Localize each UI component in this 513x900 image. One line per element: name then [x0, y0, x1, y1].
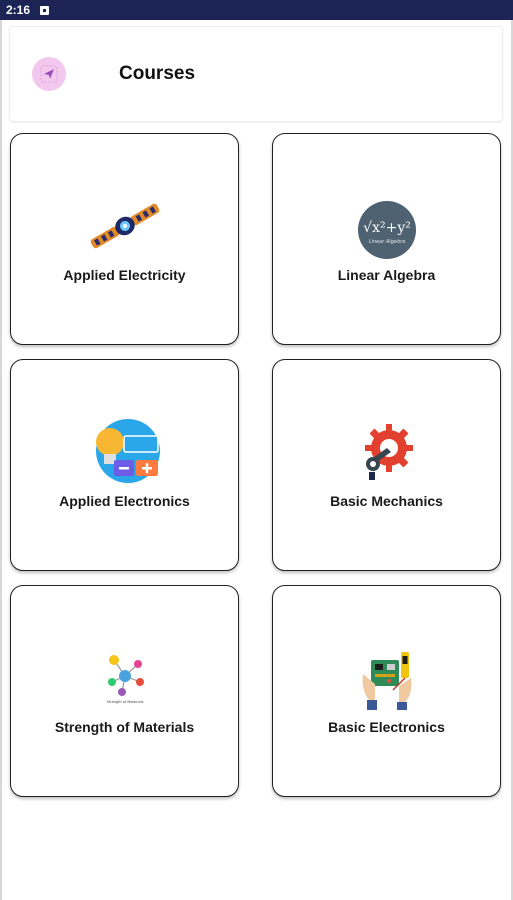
svg-text:Linear Algebra: Linear Algebra [368, 239, 404, 245]
course-label: Strength of Materials [54, 719, 195, 735]
sqrt-formula-icon: √x²+y² Linear Algebra [357, 200, 417, 260]
paper-plane-icon[interactable] [32, 57, 66, 91]
circuit-board-icon [359, 650, 415, 712]
course-card-linear-algebra[interactable]: √x²+y² Linear Algebra Linear Algebra [272, 133, 501, 345]
notification-icon [40, 5, 50, 15]
gear-wrench-icon [359, 422, 415, 482]
course-label: Applied Electronics [59, 493, 190, 509]
app-bar: Courses [9, 26, 503, 122]
course-card-applied-electricity[interactable]: Applied Electricity [10, 133, 239, 345]
course-card-basic-mechanics[interactable]: Basic Mechanics [272, 359, 501, 571]
course-card-basic-electronics[interactable]: Basic Electronics [272, 585, 501, 797]
status-time: 2:16 [6, 3, 31, 17]
course-label: Basic Electronics [328, 719, 445, 735]
course-card-strength-of-materials[interactable]: Strength of Materials Strength of Materi… [10, 585, 239, 797]
molecule-icon: Strength of Materials [100, 652, 150, 706]
page-title: Courses [119, 63, 196, 84]
course-card-applied-electronics[interactable]: Applied Electronics [10, 359, 239, 571]
status-bar: 2:16 [0, 0, 513, 20]
screen-edge-left [0, 20, 2, 900]
course-label: Linear Algebra [337, 267, 436, 283]
svg-text:√x²+y²: √x²+y² [363, 220, 411, 236]
cable-connector-icon [85, 196, 165, 256]
bulb-battery-icon [88, 418, 162, 484]
course-label: Applied Electricity [63, 267, 186, 283]
course-label: Basic Mechanics [330, 493, 443, 509]
svg-text:Strength of Materials: Strength of Materials [106, 700, 143, 704]
